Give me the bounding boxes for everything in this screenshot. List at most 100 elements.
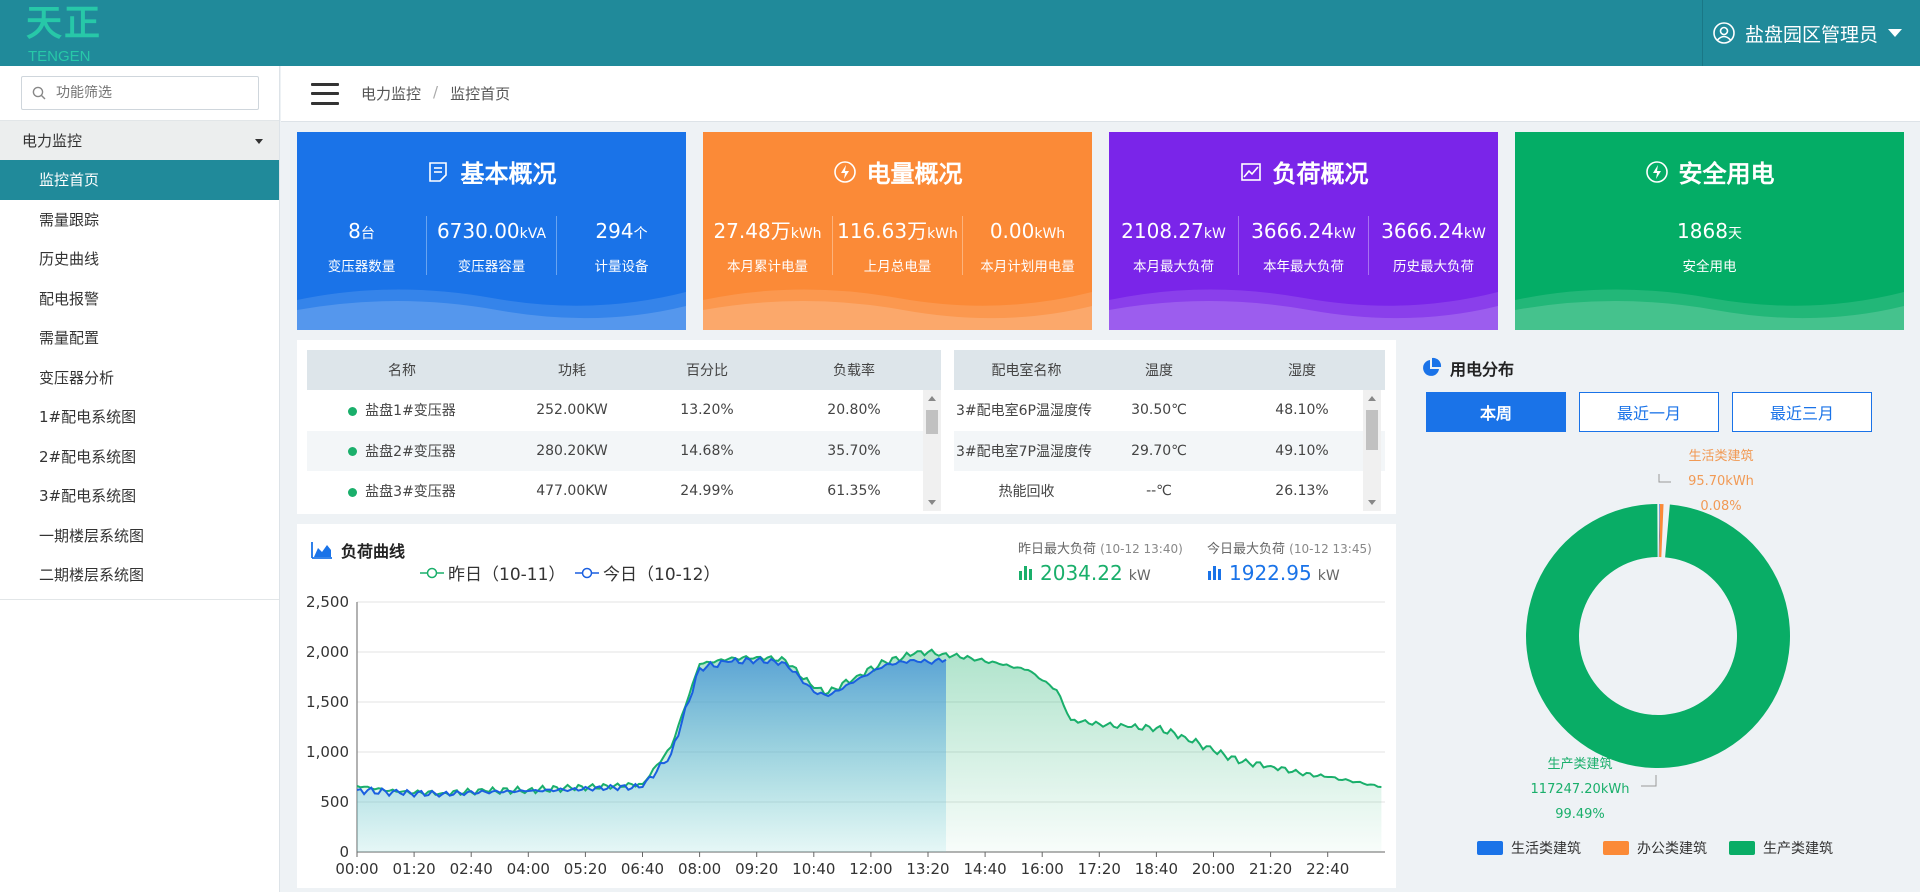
transformer-table: 名称 功耗 百分比 负载率 盐盘1#变压器 252.00KW 13.20% 20… [307,350,941,511]
card-basic-overview: 基本概况 8台 变压器数量 6730.00kVA 变压器容量 294个 计量设备 [297,132,686,330]
cell-humidity: 48.10% [1275,402,1329,419]
breadcrumb-separator: / [433,83,439,101]
cell-percent: 13.20% [680,402,734,419]
search-box [21,76,259,110]
legend-swatch [1477,841,1503,855]
sidebar-group-label: 电力监控 [22,132,83,150]
legend-production[interactable]: 生产类建筑 [1729,838,1833,858]
sidebar-item-alarm[interactable]: 配电报警 [0,279,279,319]
status-dot [348,406,358,416]
chevron-down-icon [1888,29,1903,37]
lightning-icon [1645,160,1668,183]
stat-label: 本年最大负荷 [1263,259,1344,275]
table-row[interactable]: 盐盘1#变压器 252.00KW 13.20% 20.80% [307,390,941,431]
sidebar-item-demand-config[interactable]: 需量配置 [0,318,279,358]
stat-history-max-load: 3666.24kW 历史最大负荷 [1368,216,1498,275]
card-title: 基本概况 [460,160,557,188]
stat-label: 上月总电量 [863,259,932,275]
tab-this-week[interactable]: 本周 [1426,392,1566,432]
pie-label-large-pct: 99.49% [1555,807,1605,822]
stat-unit: kWh [790,226,822,242]
legend-office[interactable]: 办公类建筑 [1603,838,1707,858]
pie-label-small-pct: 0.08% [1700,499,1742,514]
sidebar-item-history-curve[interactable]: 历史曲线 [0,239,279,279]
cell-temperature: --℃ [1146,483,1172,500]
stat-value: 294 [595,219,634,243]
cell-room-name: 3#配电室6P温湿度传 [956,403,1092,420]
x-tick-label: 22:40 [1306,860,1349,878]
stat-month-energy: 27.48万kWh 本月累计电量 [703,216,832,275]
stat-label: 本月累计电量 [727,259,808,275]
x-tick-label: 10:40 [792,860,835,878]
cell-temperature: 30.50℃ [1131,402,1187,419]
cell-room-name: 3#配电室7P温湿度传 [954,430,1099,471]
transformer-table-scrollbar[interactable] [923,390,941,511]
stat-unit: 天 [1727,226,1742,242]
sidebar-item-floor-phase-1[interactable]: 一期楼层系统图 [0,516,279,556]
user-menu[interactable]: 盐盘园区管理员 [1702,0,1920,66]
table-row[interactable]: 盐盘3#变压器 477.00KW 24.99% 61.35% [307,471,941,511]
table-row[interactable]: 3#配电室6P温湿度传 30.50℃ 48.10% [954,390,1385,431]
tab-last-month[interactable]: 最近一月 [1579,392,1719,432]
x-tick-label: 01:20 [392,860,435,878]
col-humidity: 湿度 [1219,350,1385,390]
stat-value: 0.00 [989,219,1035,243]
col-room-name: 配电室名称 [954,350,1099,390]
stat-value: 2108.27 [1121,219,1204,243]
cell-temperature: 29.70℃ [1099,430,1219,471]
stat-year-max-load: 3666.24kW 本年最大负荷 [1238,216,1368,275]
search-icon [32,86,46,100]
sidebar-item-system-1[interactable]: 1#配电系统图 [0,397,279,437]
stat-safe-days: 1868天 安全用电 [1515,216,1904,275]
col-power: 功耗 [497,350,647,390]
scroll-up-icon[interactable] [928,396,936,401]
scroll-thumb[interactable] [1366,410,1378,450]
cell-load-rate: 61.35% [827,483,881,500]
scroll-thumb[interactable] [926,410,938,434]
sidebar-item-demand-tracking[interactable]: 需量跟踪 [0,200,279,240]
sidebar-group-power-monitor[interactable]: 电力监控 [0,120,279,160]
pie-chart-icon [1423,357,1442,376]
sidebar-item-system-3[interactable]: 3#配电系统图 [0,476,279,516]
breadcrumb-level-2: 监控首页 [450,85,511,103]
menu-toggle-icon[interactable] [311,82,339,105]
search-input[interactable] [56,85,236,101]
distribution-donut-chart[interactable] [1406,440,1920,840]
x-tick-label: 17:20 [1078,860,1121,878]
room-table-scrollbar[interactable] [1363,390,1381,511]
sidebar-item-system-2[interactable]: 2#配电系统图 [0,437,279,477]
cell-name: 盐盘2#变压器 [365,443,456,460]
breadcrumb-level-1[interactable]: 电力监控 [361,83,421,104]
sidebar-item-floor-phase-2[interactable]: 二期楼层系统图 [0,555,279,595]
x-tick-label: 05:20 [564,860,607,878]
x-tick-label: 06:40 [621,860,664,878]
transformer-table-wrap: 名称 功耗 百分比 负载率 盐盘1#变压器 252.00KW 13.20% 20… [307,350,941,511]
pie-label-large-name: 生产类建筑 [1547,757,1613,772]
cell-humidity: 26.13% [1275,483,1329,500]
sidebar-item-transformer-analysis[interactable]: 变压器分析 [0,358,279,398]
legend-living[interactable]: 生活类建筑 [1477,838,1581,858]
document-icon [428,161,447,182]
stat-value: 27.48万 [713,219,791,243]
donut-slice-2[interactable] [1526,504,1790,768]
y-tick-label: 2,000 [306,643,349,661]
table-row[interactable]: 热能回收 --℃ 26.13% [954,471,1385,511]
x-tick-label: 18:40 [1135,860,1178,878]
room-table-wrap: 配电室名称 温度 湿度 3#配电室6P温湿度传 30.50℃ 48.10% 3#… [954,350,1385,511]
scroll-up-icon[interactable] [1368,396,1376,401]
table-row[interactable]: 盐盘2#变压器 280.20KW 14.68% 35.70% [307,430,941,471]
load-curve-chart[interactable]: 0 500 1,000 1,500 2,000 2,500 00:00 01:20 02:40 0… [297,524,1396,888]
caret-down-icon [255,139,263,144]
tables-panel: 名称 功耗 百分比 负载率 盐盘1#变压器 252.00KW 13.20% 20… [297,340,1396,514]
scroll-down-icon[interactable] [928,500,936,505]
stat-label: 本月计划用电量 [980,259,1075,275]
scroll-down-icon[interactable] [1368,500,1376,505]
wave-decoration [1109,289,1498,330]
cell-percent: 14.68% [647,430,767,471]
table-header-row: 名称 功耗 百分比 负载率 [307,350,941,390]
breadcrumb: 电力监控 / 监控首页 [361,83,510,104]
tab-last-three-months[interactable]: 最近三月 [1732,392,1872,432]
stat-label: 历史最大负荷 [1393,259,1474,275]
sidebar-item-monitor-home[interactable]: 监控首页 [0,160,279,200]
table-row[interactable]: 3#配电室7P温湿度传 29.70℃ 49.10% [954,430,1385,471]
